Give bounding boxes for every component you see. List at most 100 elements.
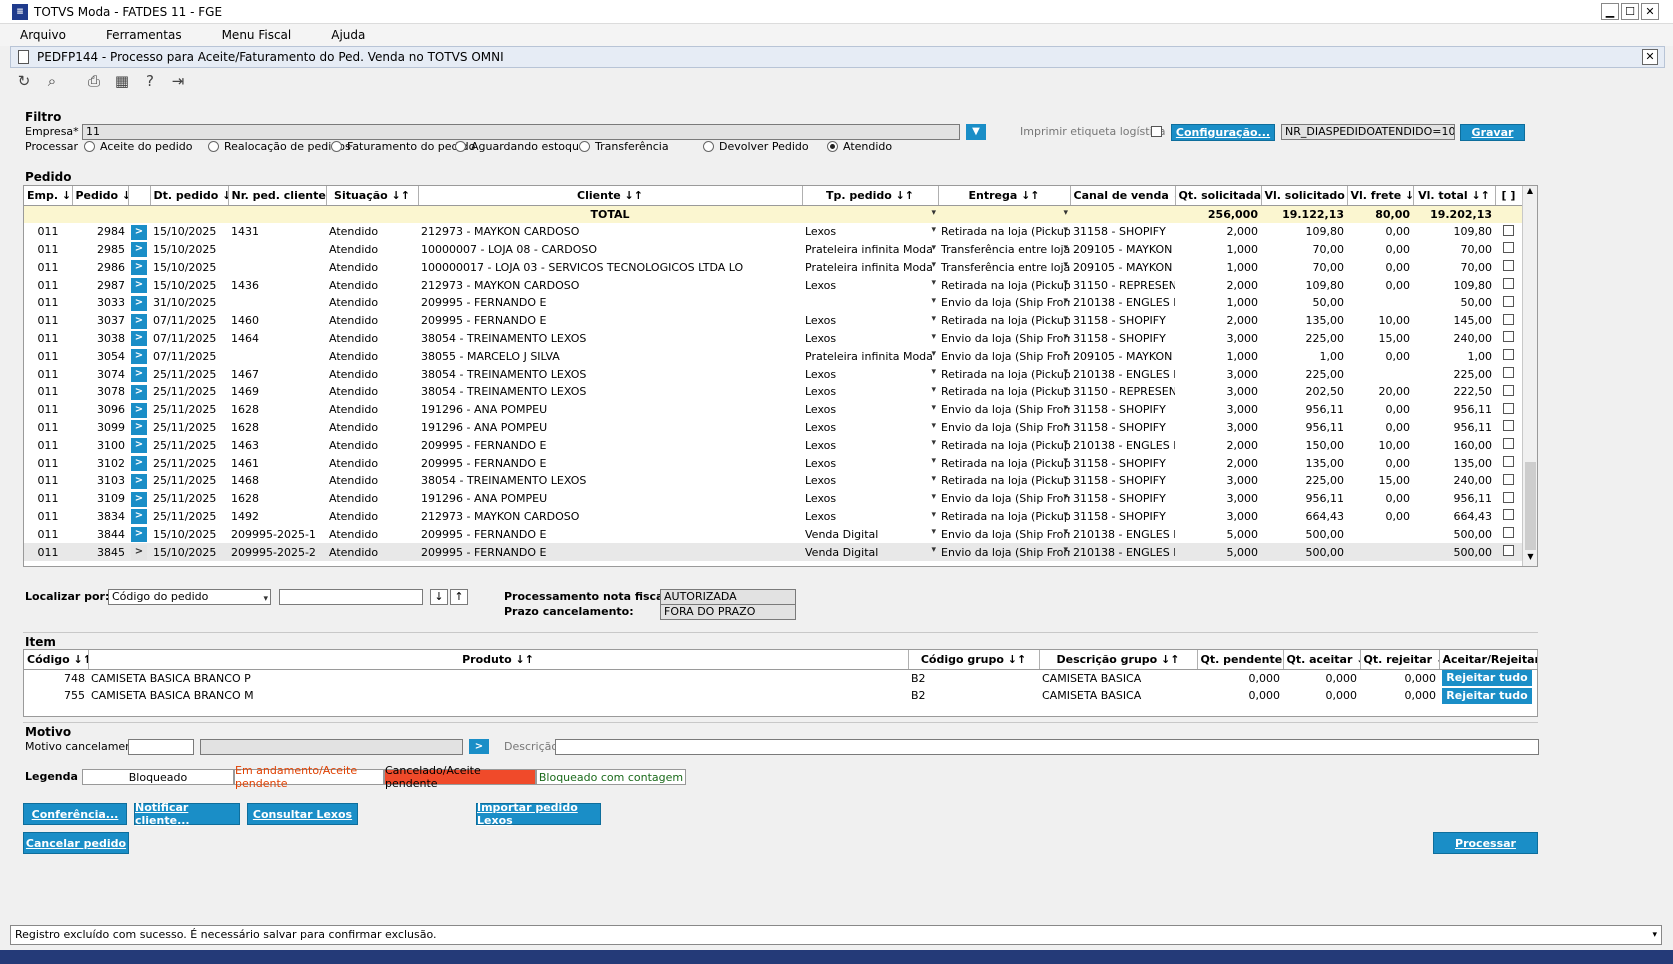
scroll-thumb[interactable] — [1525, 462, 1536, 550]
tp-pedido-dropdown[interactable]: Prateleira infinita Moda — [802, 258, 938, 276]
open-order-button[interactable]: > — [128, 365, 150, 383]
open-order-button[interactable]: > — [128, 508, 150, 526]
table-row[interactable]: 011 3834 >25/11/2025 1492 Atendido 212973 - M… — [24, 508, 1522, 526]
checkbox-icon[interactable] — [1503, 438, 1514, 450]
configuracao-button[interactable]: Configuração... — [1171, 124, 1275, 141]
tp-pedido-dropdown[interactable] — [802, 294, 938, 312]
checkbox-icon[interactable] — [1503, 313, 1514, 325]
open-order-icon[interactable]: > — [131, 545, 147, 561]
row-checkbox[interactable] — [1495, 472, 1522, 490]
checkbox-icon[interactable] — [1503, 242, 1514, 254]
checkbox-icon[interactable] — [1503, 527, 1514, 539]
entrega-dropdown[interactable]: Envio da loja (Ship From — [938, 419, 1070, 437]
checkbox-icon[interactable] — [1503, 224, 1514, 236]
open-order-button[interactable]: > — [128, 330, 150, 348]
entrega-dropdown[interactable]: Retirada na loja (Pickup S — [938, 223, 1070, 241]
open-order-icon[interactable]: > — [131, 242, 147, 258]
open-order-button[interactable]: > — [128, 419, 150, 437]
maximize-button[interactable]: ☐ — [1621, 3, 1639, 20]
open-order-icon[interactable]: > — [131, 527, 147, 543]
descricao-input[interactable] — [555, 739, 1539, 755]
open-order-icon[interactable]: > — [131, 456, 147, 472]
tp-pedido-dropdown[interactable]: Lexos — [802, 365, 938, 383]
open-order-icon[interactable]: > — [131, 509, 147, 525]
open-order-icon[interactable]: > — [131, 438, 147, 454]
tp-pedido-dropdown[interactable]: Lexos — [802, 330, 938, 348]
table-row[interactable]: 011 2987 >15/10/2025 1436 Atendido 212973 - M… — [24, 276, 1522, 294]
row-checkbox[interactable] — [1495, 383, 1522, 401]
item-col-header[interactable]: Código grupo ↓↑ — [908, 650, 1040, 670]
pedido-col-header[interactable]: Emp. ↓↑ — [24, 186, 73, 206]
open-order-icon[interactable]: > — [131, 367, 147, 383]
pedido-col-header[interactable]: Dt. pedido ↓↑ — [150, 186, 229, 206]
entrega-dropdown[interactable]: Retirada na loja (Pickup S — [938, 365, 1070, 383]
row-checkbox[interactable] — [1495, 543, 1522, 561]
table-row[interactable]: 011 3038 >07/11/2025 1464 Atendido 38054 - TR… — [24, 330, 1522, 348]
table-row[interactable]: 011 3074 >25/11/2025 1467 Atendido 38054 - TR… — [24, 365, 1522, 383]
tp-pedido-dropdown[interactable]: Lexos — [802, 276, 938, 294]
pedido-col-header[interactable]: Canal de venda ↓↑ — [1070, 186, 1176, 206]
tp-pedido-dropdown[interactable]: Lexos — [802, 223, 938, 241]
open-order-icon[interactable]: > — [131, 491, 147, 507]
table-row[interactable]: 011 3099 >25/11/2025 1628 Atendido 191296 - A… — [24, 419, 1522, 437]
total-filter-dropdown[interactable] — [802, 205, 938, 223]
help-icon[interactable]: ? — [140, 72, 160, 92]
row-checkbox[interactable] — [1495, 276, 1522, 294]
open-order-button[interactable]: > — [128, 490, 150, 508]
rejeitar-tudo-button[interactable]: Rejeitar tudo — [1442, 687, 1532, 704]
config-value-field[interactable]: NR_DIASPEDIDOATENDIDO=100 — [1281, 124, 1455, 140]
item-col-header[interactable]: Produto ↓↑ — [88, 650, 909, 670]
row-checkbox[interactable] — [1495, 241, 1522, 259]
open-order-button[interactable]: > — [128, 436, 150, 454]
pedido-col-header[interactable]: Tp. pedido ↓↑ — [802, 186, 939, 206]
tp-pedido-dropdown[interactable]: Venda Digital — [802, 543, 938, 561]
empresa-field[interactable]: 11 — [82, 124, 960, 140]
entrega-dropdown[interactable]: Envio da loja (Ship From — [938, 294, 1070, 312]
checkbox-icon[interactable] — [1503, 473, 1514, 485]
conferencia-button[interactable]: Conferência... — [23, 803, 127, 825]
open-order-button[interactable]: > — [128, 294, 150, 312]
entrega-dropdown[interactable]: Retirada na loja (Pickup S — [938, 276, 1070, 294]
item-row[interactable]: 755 CAMISETA BASICA BRANCO M B2 CAMISETA BA… — [24, 687, 1537, 705]
menu-arquivo[interactable]: Arquivo — [20, 28, 66, 42]
table-row[interactable]: 011 3844 >15/10/2025 209995-2025-1 Atendido 2… — [24, 525, 1522, 543]
checkbox-icon[interactable] — [1503, 384, 1514, 396]
radio-realocacao[interactable]: Realocação de pedidos — [208, 140, 351, 153]
importar-pedido-lexos-button[interactable]: Importar pedido Lexos — [476, 801, 601, 827]
open-order-icon[interactable]: > — [131, 224, 147, 240]
entrega-dropdown[interactable]: Retirada na loja (Pickup S — [938, 383, 1070, 401]
table-row[interactable]: 011 3845 >15/10/2025 209995-2025-2 Atendido 2… — [24, 543, 1522, 561]
tp-pedido-dropdown[interactable]: Lexos — [802, 312, 938, 330]
item-col-header[interactable]: Qt. pendente ↓↑ — [1197, 650, 1284, 670]
item-col-header[interactable]: Descrição grupo ↓↑ — [1039, 650, 1198, 670]
open-order-button[interactable]: > — [128, 454, 150, 472]
exit-icon[interactable]: ⇥ — [168, 72, 188, 92]
checkbox-icon[interactable] — [1503, 420, 1514, 432]
open-order-icon[interactable]: > — [131, 260, 147, 276]
checkbox-icon[interactable] — [1503, 491, 1514, 503]
pedido-col-header[interactable]: Nr. ped. cliente ↓↑ — [228, 186, 327, 206]
refresh-icon[interactable]: ↻ — [14, 72, 34, 92]
row-checkbox[interactable] — [1495, 490, 1522, 508]
search-icon[interactable]: ⌕ — [42, 72, 62, 92]
open-order-button[interactable]: > — [128, 223, 150, 241]
tp-pedido-dropdown[interactable]: Venda Digital — [802, 525, 938, 543]
row-checkbox[interactable] — [1495, 454, 1522, 472]
total-filter-dropdown[interactable] — [938, 205, 1070, 223]
open-order-icon[interactable]: > — [131, 402, 147, 418]
tp-pedido-dropdown[interactable]: Lexos — [802, 508, 938, 526]
row-checkbox[interactable] — [1495, 365, 1522, 383]
table-row[interactable]: 011 2986 >15/10/2025 Atendido 100000017 - LO… — [24, 258, 1522, 276]
checkbox-icon[interactable] — [1503, 331, 1514, 343]
open-order-button[interactable]: > — [128, 472, 150, 490]
notificar-cliente-button[interactable]: Notificar cliente... — [134, 801, 240, 827]
entrega-dropdown[interactable]: Retirada na loja (Pickup S — [938, 472, 1070, 490]
item-col-header[interactable]: Qt. aceitar ↓↑ — [1283, 650, 1361, 670]
table-row[interactable]: 011 2985 >15/10/2025 Atendido 10000007 - LOJ… — [24, 241, 1522, 259]
open-order-button[interactable]: > — [128, 312, 150, 330]
tp-pedido-dropdown[interactable]: Lexos — [802, 401, 938, 419]
status-dropdown-icon[interactable]: ▾ — [1652, 926, 1657, 944]
row-checkbox[interactable] — [1495, 436, 1522, 454]
pedido-scrollbar[interactable]: ▲ ▼ — [1522, 186, 1537, 566]
processar-button[interactable]: Processar — [1433, 832, 1538, 854]
